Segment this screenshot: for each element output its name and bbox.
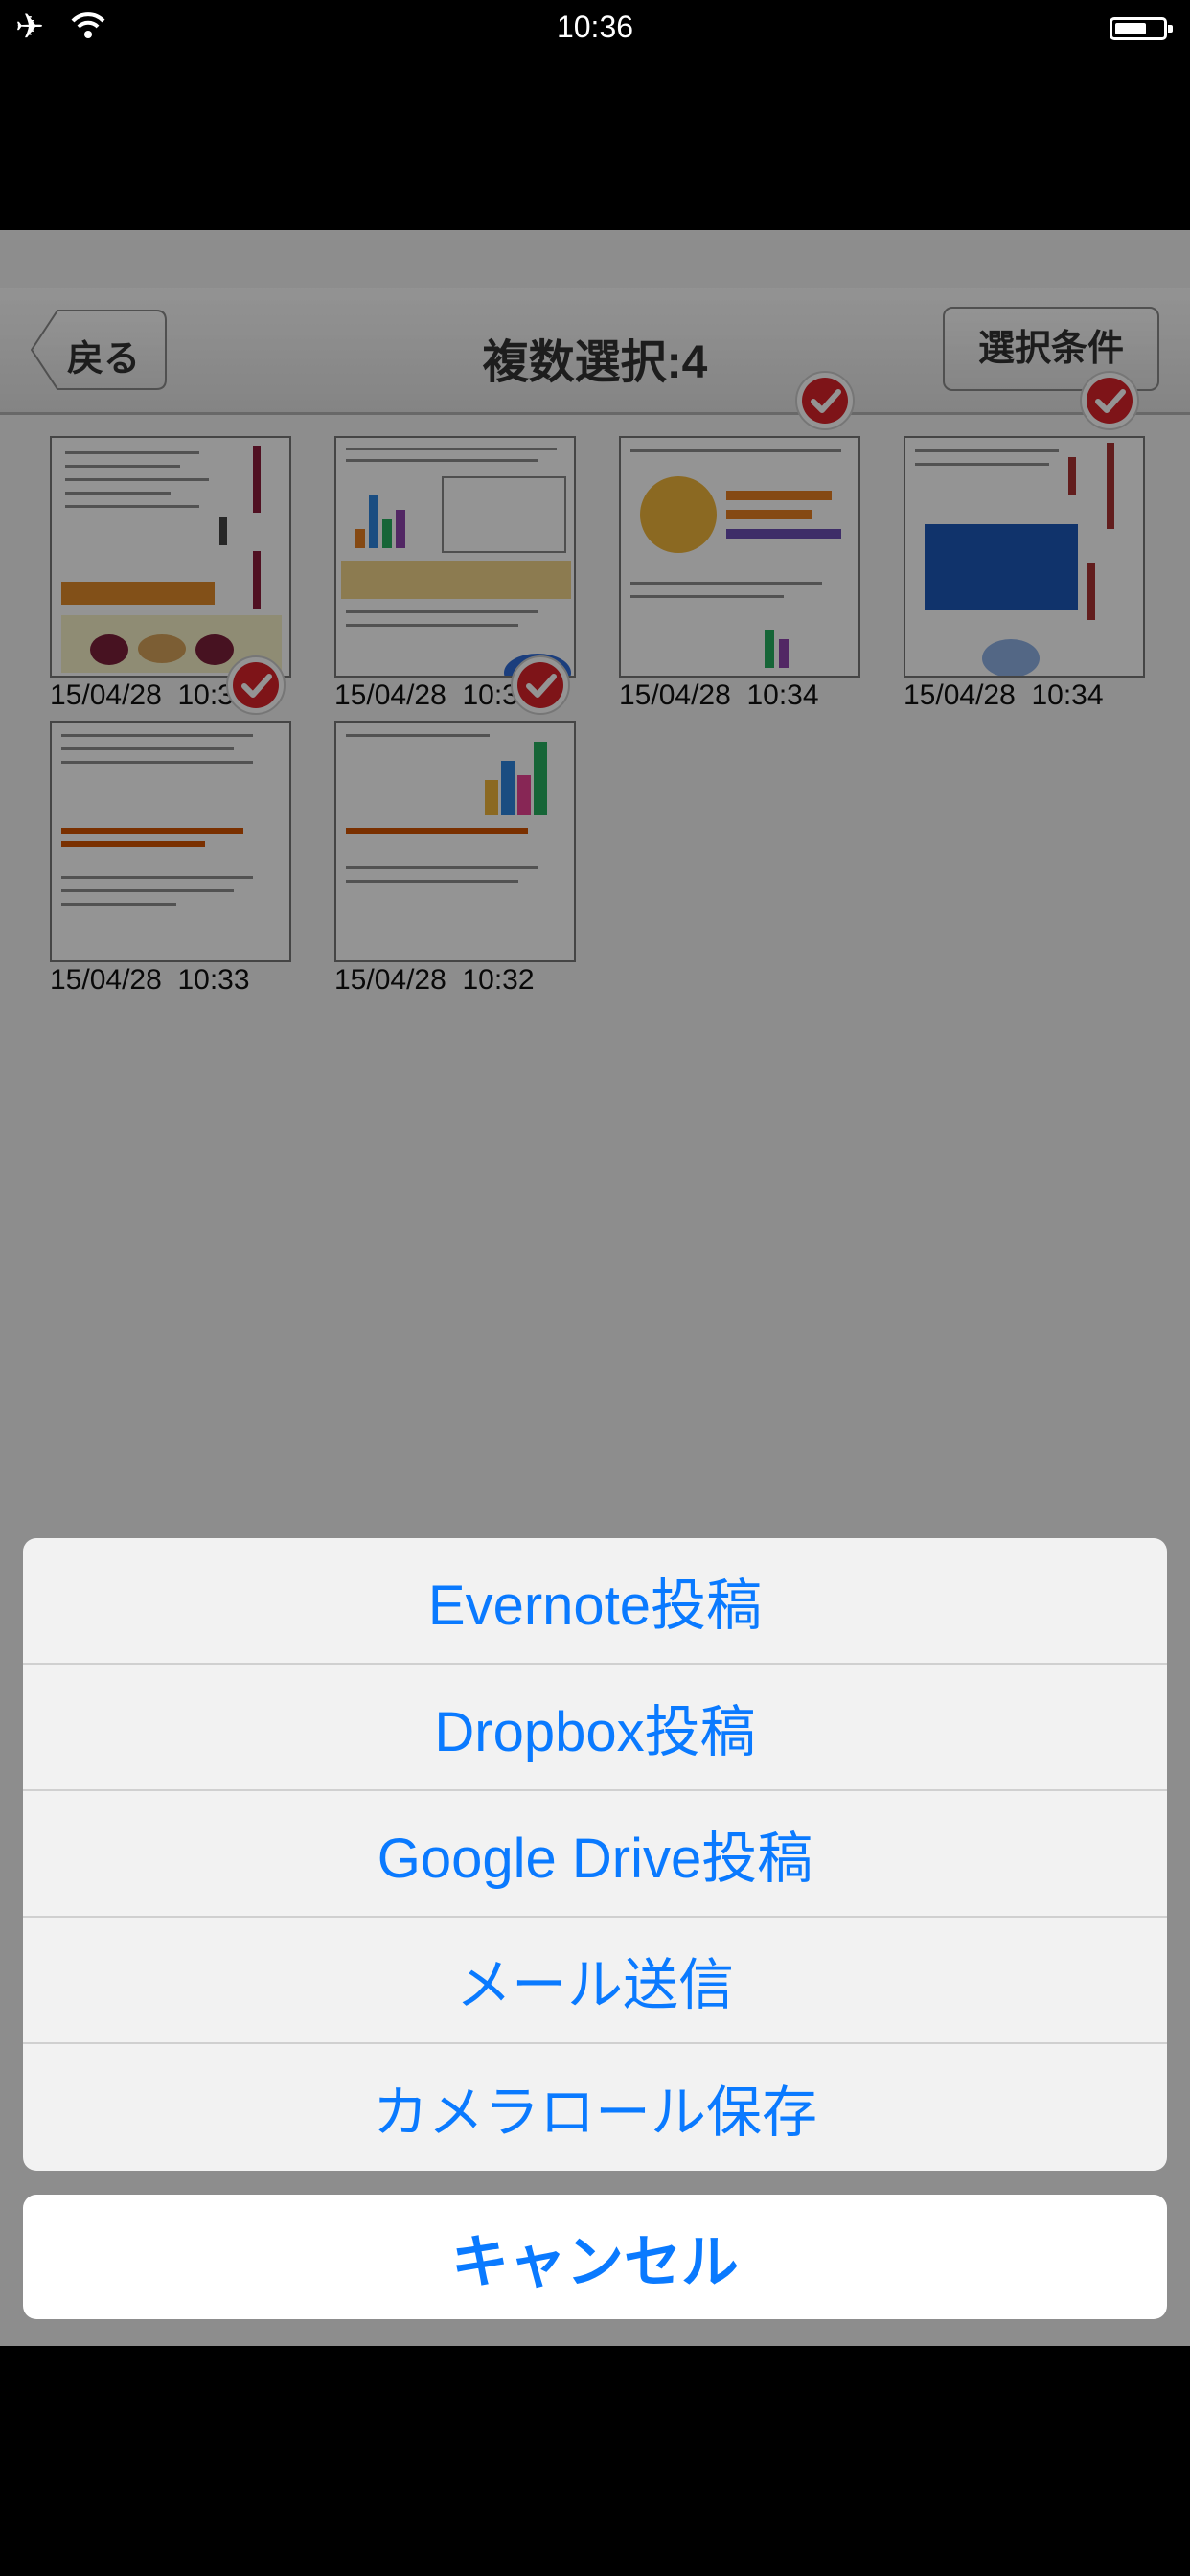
status-time: 10:36 [556, 10, 634, 44]
dropbox-post-button[interactable]: Dropbox投稿 [23, 1665, 1167, 1791]
action-sheet: Evernote投稿 Dropbox投稿 Google Drive投稿 メール送… [23, 1538, 1167, 2171]
send-mail-button[interactable]: メール送信 [23, 1918, 1167, 2044]
battery-icon [1110, 17, 1173, 40]
save-to-camera-roll-button[interactable]: カメラロール保存 [23, 2044, 1167, 2171]
google-drive-post-button[interactable]: Google Drive投稿 [23, 1791, 1167, 1918]
status-bar: ✈ 10:36 [0, 0, 1190, 58]
app-screen: 戻る 複数選択:4 選択条件 15/04/28 10:35 15/04/28 1… [0, 230, 1190, 2346]
cancel-button[interactable]: キャンセル [23, 2195, 1167, 2319]
evernote-post-button[interactable]: Evernote投稿 [23, 1538, 1167, 1665]
